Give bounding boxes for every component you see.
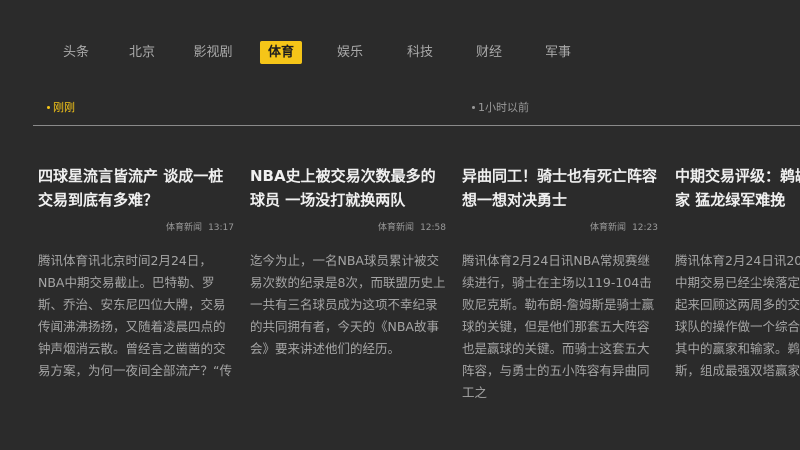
timeline-just-now-label: 刚刚 [53,101,75,114]
news-card[interactable]: 中期交易评级：鹈鹕成最大赢家 猛龙绿军难挽 体育 腾讯体育2月24日讯2016-… [675,164,800,450]
news-card-title[interactable]: 异曲同工！骑士也有死亡阵容 想一想对决勇士 [462,164,658,212]
news-card-summary: 腾讯体育2月24日讯2016-17赛季中期交易已经尘埃落定，让我们一起来回顾这两… [675,253,800,378]
news-card-title[interactable]: 四球星流言皆流产 谈成一桩交易到底有多难？ [38,164,234,212]
news-card-time: 13:17 [208,223,234,233]
news-card-time: 12:23 [632,223,658,233]
news-card-source: 体育新闻 [590,223,627,233]
news-card-source: 体育新闻 [166,223,203,233]
news-card-meta: 体育新闻 12:58 [250,220,446,236]
tab-film-tv[interactable]: 影视剧 [193,41,232,64]
timeline-divider [33,125,800,126]
news-card[interactable]: NBA史上被交易次数最多的球员 一场没打就换两队 体育新闻 12:58 迄今为止，… [250,164,446,450]
news-card-title[interactable]: 中期交易评级：鹈鹕成最大赢家 猛龙绿军难挽 [675,164,800,212]
news-card-source: 体育新闻 [378,223,415,233]
news-page: 头条 北京 影视剧 体育 娱乐 科技 财经 军事 刚刚 1小时以前 四球星流言皆… [0,0,800,450]
tab-sports[interactable]: 体育 [259,41,303,64]
news-card[interactable]: 异曲同工！骑士也有死亡阵容 想一想对决勇士 体育新闻 12:23 腾讯体育2月24… [462,164,658,450]
timeline-dot-icon [472,105,475,109]
news-card-summary: 迄今为止，一名NBA球员累计被交易次数的纪录是8次，而联盟历史上一共有三名球员成… [250,253,446,356]
tab-entertainment[interactable]: 娱乐 [337,41,363,64]
news-card[interactable]: 四球星流言皆流产 谈成一桩交易到底有多难？ 体育新闻 13:17 腾讯体育讯北京时… [38,164,234,450]
news-card-time: 12:58 [420,223,446,233]
news-card-summary: 腾讯体育讯北京时间2月24日，NBA中期交易截止。巴特勒、罗斯、乔治、安东尼四位… [38,253,232,378]
timeline-just-now: 刚刚 [47,100,75,116]
timeline-one-hour-label: 1小时以前 [478,101,529,114]
news-card-meta: 体育 [675,220,800,236]
news-card-summary: 腾讯体育2月24日讯NBA常规赛继续进行，骑士在主场以119-104击败尼克斯。… [462,253,655,400]
category-tabs: 头条 北京 影视剧 体育 娱乐 科技 财经 军事 [0,0,800,100]
timeline-one-hour-ago: 1小时以前 [472,100,529,116]
tab-finance[interactable]: 财经 [476,41,502,64]
news-card-meta: 体育新闻 12:23 [462,220,658,236]
timeline-dot-icon [47,105,50,109]
tab-military[interactable]: 军事 [545,41,571,64]
tab-tech[interactable]: 科技 [407,41,433,64]
tab-beijing[interactable]: 北京 [129,41,155,64]
news-card-title[interactable]: NBA史上被交易次数最多的球员 一场没打就换两队 [250,164,446,212]
news-card-meta: 体育新闻 13:17 [38,220,234,236]
tab-toutiao[interactable]: 头条 [63,41,89,64]
